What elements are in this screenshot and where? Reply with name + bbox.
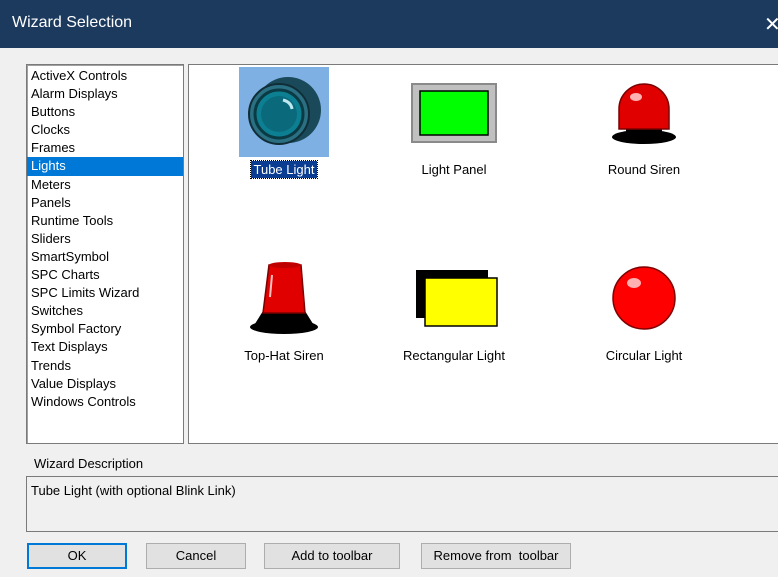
category-item[interactable]: Panels (27, 194, 183, 212)
category-item[interactable]: Text Displays (27, 338, 183, 356)
wizard-rectangular-light[interactable]: Rectangular Light (379, 253, 529, 364)
category-item[interactable]: Sliders (27, 230, 183, 248)
wizard-label: Circular Light (605, 348, 683, 363)
wizard-description-box: Tube Light (with optional Blink Link) (26, 476, 778, 532)
wizard-label: Rectangular Light (403, 348, 505, 363)
category-item[interactable]: SmartSymbol (27, 248, 183, 266)
category-item[interactable]: SPC Limits Wizard (27, 284, 183, 302)
remove-from-toolbar-button[interactable]: Remove from toolbar (421, 543, 571, 569)
wizard-label: Top-Hat Siren (244, 348, 324, 363)
category-item-selected[interactable]: Lights (27, 157, 183, 176)
wizard-label: Round Siren (607, 162, 681, 177)
category-item[interactable]: SPC Charts (27, 266, 183, 284)
category-list[interactable]: ActiveX Controls Alarm Displays Buttons … (26, 64, 184, 444)
add-to-toolbar-button[interactable]: Add to toolbar (264, 543, 400, 569)
wizard-round-siren[interactable]: Round Siren (569, 67, 719, 178)
wizard-tube-light[interactable]: Tube Light (209, 67, 359, 179)
category-item[interactable]: Meters (27, 176, 183, 194)
category-item[interactable]: ActiveX Controls (27, 67, 183, 85)
wizard-label: Tube Light (249, 160, 319, 179)
top-hat-siren-icon (250, 262, 318, 334)
close-icon[interactable]: ✕ (764, 12, 778, 37)
category-item[interactable]: Switches (27, 302, 183, 320)
category-item[interactable]: Windows Controls (27, 393, 183, 411)
category-item[interactable]: Value Displays (27, 375, 183, 393)
wizard-description-text: Tube Light (with optional Blink Link) (31, 483, 236, 498)
circular-light-icon (612, 266, 676, 330)
ok-button[interactable]: OK (27, 543, 127, 569)
wizard-icon-panel: Tube Light Light Panel Round Siren Top-H… (188, 64, 778, 444)
category-item[interactable]: Alarm Displays (27, 85, 183, 103)
tube-light-icon (239, 67, 329, 157)
cancel-button[interactable]: Cancel (146, 543, 246, 569)
window-title: Wizard Selection (12, 14, 133, 31)
rectangular-light-icon (416, 270, 498, 327)
category-item[interactable]: Symbol Factory (27, 320, 183, 338)
category-item[interactable]: Trends (27, 357, 183, 375)
wizard-top-hat-siren[interactable]: Top-Hat Siren (209, 253, 359, 364)
category-item[interactable]: Frames (27, 139, 183, 157)
category-item[interactable]: Runtime Tools (27, 212, 183, 230)
category-item[interactable]: Buttons (27, 103, 183, 121)
category-item[interactable]: Clocks (27, 121, 183, 139)
wizard-light-panel[interactable]: Light Panel (379, 67, 529, 178)
wizard-description-heading: Wizard Description (34, 456, 144, 471)
wizard-circular-light[interactable]: Circular Light (569, 253, 719, 364)
title-bar: Wizard Selection ✕ (0, 0, 778, 48)
light-panel-icon (411, 83, 497, 143)
round-siren-icon (612, 83, 676, 144)
wizard-label: Light Panel (421, 162, 487, 177)
